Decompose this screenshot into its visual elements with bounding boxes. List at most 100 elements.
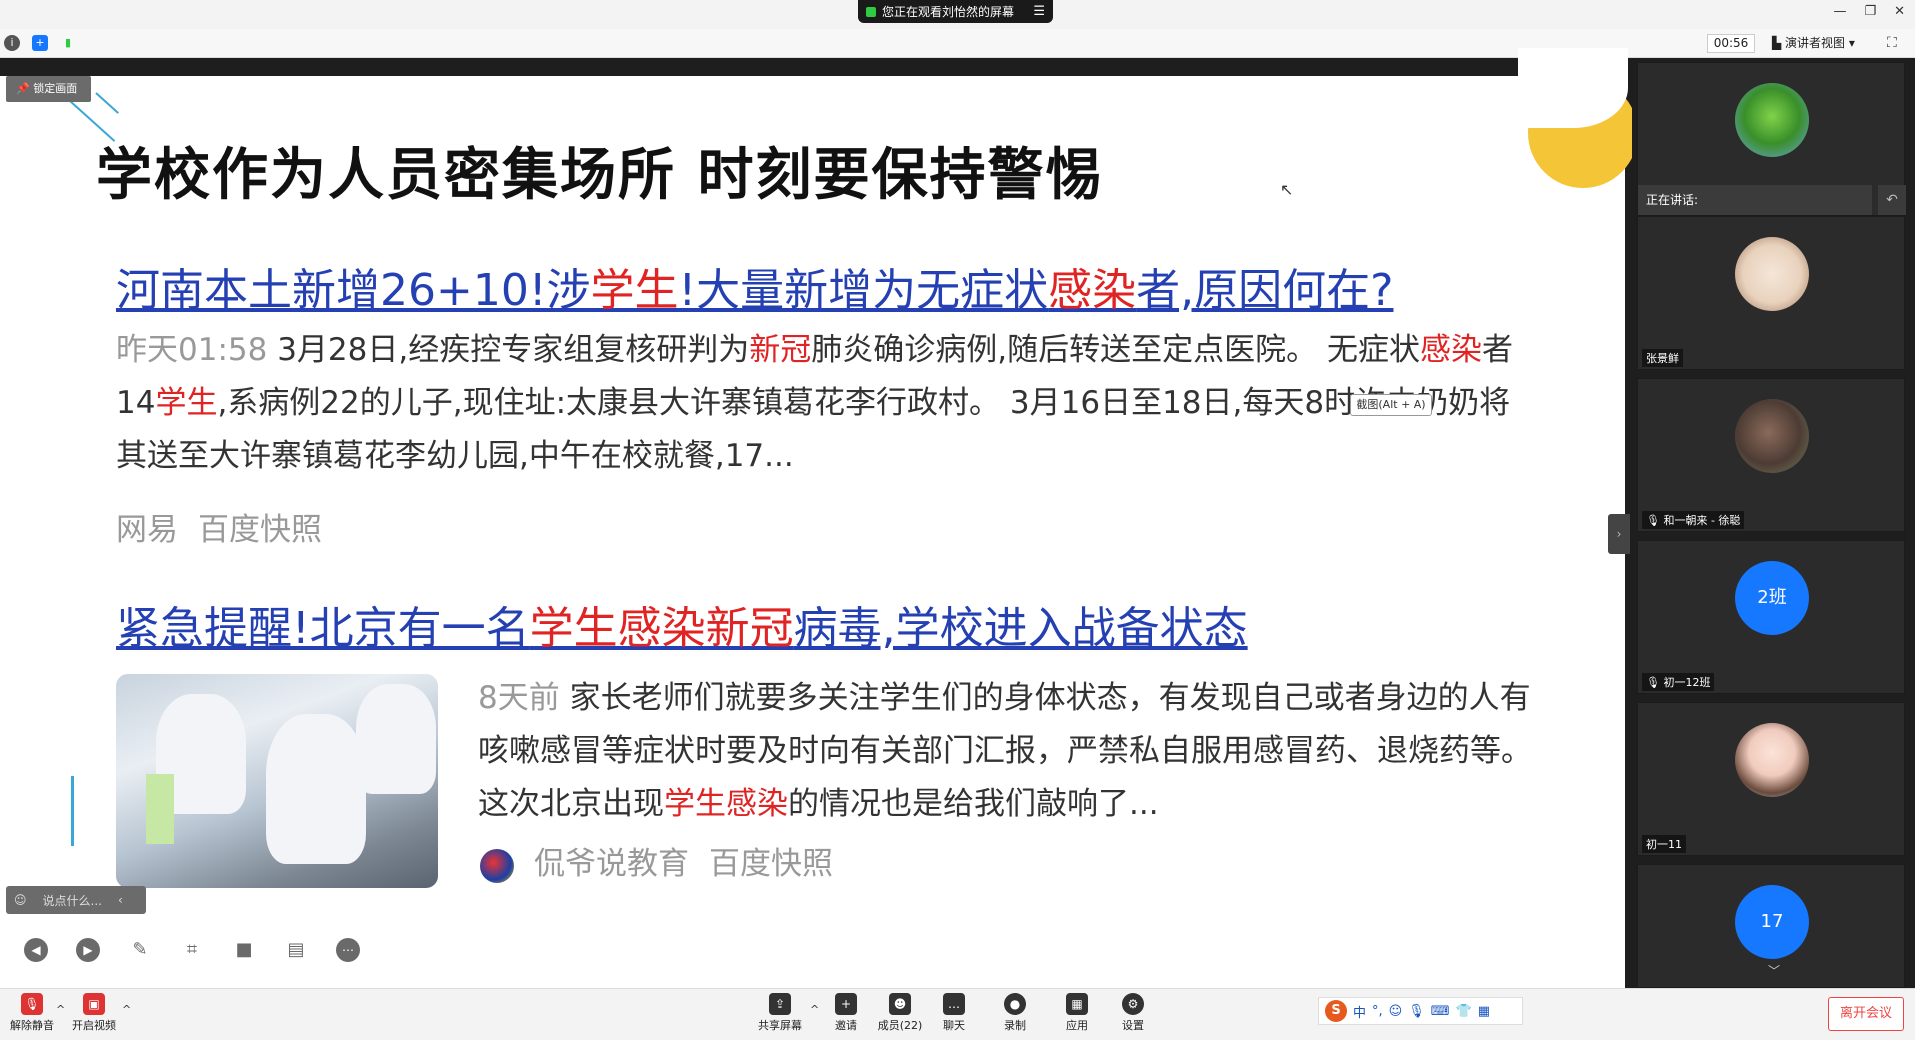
camera-icon[interactable]: ■ [232,938,256,962]
snippet-highlight: 感染 [1419,332,1482,368]
thumbnail-figure [266,714,366,864]
share-screen-icon: ⇪ [769,993,791,1015]
minimize-icon[interactable]: — [1833,4,1846,19]
punctuation-icon[interactable]: °, [1372,1004,1383,1019]
gear-icon: ⚙ [1122,993,1144,1015]
next-slide-icon[interactable]: ▶ [76,938,100,962]
meeting-timer: 00:56 [1707,34,1755,53]
chat-icon: … [943,993,965,1015]
unmute-label: 解除静音 [10,1019,54,1032]
meeting-controls-bar: 🎙 解除静音 ^ ▣ 开启视频 ^ ⇪ 共享屏幕 ^ + 邀请 ☻ 成员(22) … 聊天 … [0,988,1915,1040]
pen-icon[interactable]: ✎ [128,938,152,962]
participant-name: 初一11 [1642,835,1686,853]
participant-name: 🎙 初一12班 [1642,673,1715,691]
mic-muted-icon: 🎙 [1646,676,1664,689]
search-result-title-2[interactable]: 紧急提醒!北京有一名学生感染新冠病毒,学校进入战备状态 [116,592,1248,656]
chevron-down-icon: ▾ [1845,36,1855,50]
input-method-toolbar[interactable]: S 中 °, ☺ 🎙 ⌨ 👕 ▦ [1318,997,1523,1025]
snapshot-link[interactable]: 百度快照 [198,512,322,548]
unmute-button[interactable]: 🎙 解除静音 [0,993,64,1033]
participant-tile-speaking[interactable]: 正在讲话: ↶ [1637,62,1906,216]
participant-tile[interactable]: 初一11 [1637,702,1905,856]
snippet-text: 3月28日,经疾控专家组复核研判为 [267,332,750,368]
security-shield-icon[interactable]: + [32,35,48,51]
title-highlight: 学生 [590,265,679,316]
title-text: 者,原因何在? [1136,265,1394,316]
emoji-icon[interactable]: ☺ [14,893,27,907]
chevron-up-icon[interactable]: ^ [122,1003,131,1016]
pin-icon: 📌 [16,82,34,95]
result-date: 8天前 [478,680,560,716]
comment-icon[interactable]: ▤ [284,938,308,962]
signal-strength-icon[interactable]: ▮ [60,35,76,51]
lock-view-label: 锁定画面 [33,82,78,95]
view-mode-dropdown[interactable]: ▙ 演讲者视图 ▾ [1768,34,1876,53]
screen-share-banner[interactable]: 您正在观看刘怡然的屏幕 ☰ [858,0,1053,23]
snippet-highlight: 学生感染 [664,786,788,822]
chat-button[interactable]: … 聊天 [922,993,986,1033]
title-highlight: 感染 [1048,265,1137,316]
participant-name: 张景鲜 [1642,349,1683,367]
record-icon: ● [1004,993,1026,1015]
fullscreen-icon[interactable]: ⛶ [1887,35,1897,51]
toolbox-icon[interactable]: ▦ [1478,1004,1490,1019]
participant-avatar [1735,83,1809,157]
apps-label: 应用 [1066,1019,1088,1032]
lock-view-button[interactable]: 📌 锁定画面 [6,76,91,102]
info-icon[interactable]: i [4,35,20,51]
invite-label: 邀请 [835,1019,857,1032]
thumbnail-green-strip [146,774,174,844]
voice-input-icon[interactable]: 🎙 [1408,1004,1425,1019]
share-status-icon [866,6,876,17]
chat-label: 聊天 [943,1019,965,1032]
participant-avatar [1735,237,1809,311]
menu-icon[interactable]: ☰ [1033,4,1045,19]
participant-tile[interactable]: 2班 🎙 初一12班 [1637,540,1905,694]
skin-icon[interactable]: 👕 [1456,1004,1472,1019]
chevron-down-icon[interactable]: ﹀ [1768,962,1780,979]
participant-avatar [1735,723,1809,797]
leave-meeting-button[interactable]: 离开会议 [1828,997,1904,1031]
settings-label: 设置 [1122,1019,1144,1032]
source-avatar [480,848,514,883]
members-label: 成员(22) [877,1019,923,1032]
search-result-source-2: 侃爷说教育 百度快照 [480,838,853,883]
snippet-text: ,系病例22的儿子,现住址:太康县大许寨镇葛花李行政村。 3月16日至18日,每… [116,385,1511,474]
share-screen-button[interactable]: ⇪ 共享屏幕 [748,993,812,1033]
result-thumbnail[interactable] [116,674,438,888]
close-icon[interactable]: ✕ [1894,4,1905,19]
previous-slide-icon[interactable]: ◀ [24,938,48,962]
source-name[interactable]: 侃爷说教育 [534,846,689,882]
shared-screen: 📌 锁定画面 学校作为人员密集场所 时刻要保持警惕 ↖ 河南本土新增26+10!… [0,48,1638,988]
sogou-logo-icon: S [1325,1000,1347,1022]
search-result-snippet-2: 8天前 家长老师们就要多关注学生们的身体状态，有发现自己或者身边的人有咳嗽感冒等… [478,672,1546,831]
ime-language[interactable]: 中 [1353,1002,1366,1021]
record-button[interactable]: ● 录制 [983,993,1047,1033]
panel-toggle-handle[interactable]: › [1608,514,1630,554]
reply-icon[interactable]: ↶ [1878,185,1906,215]
screenshot-icon[interactable]: ⌗ [180,938,204,962]
participant-name-text: 和一朝来 - 徐聪 [1663,514,1741,527]
participant-name: 🎙 和一朝来 - 徐聪 [1642,511,1745,529]
source-name[interactable]: 网易 [116,512,178,548]
search-result-title-1[interactable]: 河南本土新增26+10!涉学生!大量新增为无症状感染者,原因何在? [116,254,1393,318]
snapshot-link[interactable]: 百度快照 [709,846,833,882]
title-text: 紧急提醒!北京有一名 [116,603,530,654]
participant-tile[interactable]: 🎙 和一朝来 - 徐聪 [1637,378,1905,532]
apps-button[interactable]: ▦ 应用 [1045,993,1109,1033]
share-screen-label: 共享屏幕 [758,1019,802,1032]
apps-icon: ▦ [1066,993,1088,1015]
more-icon[interactable]: ⋯ [336,938,360,962]
snippet-highlight: 新冠 [749,332,812,368]
settings-button[interactable]: ⚙ 设置 [1101,993,1165,1033]
start-video-button[interactable]: ▣ 开启视频 [62,993,126,1033]
participant-tile[interactable]: 张景鲜 [1637,216,1905,370]
chevron-left-icon[interactable]: ‹ [118,893,123,907]
chat-quick-input[interactable]: ☺ 说点什么... ‹ [6,886,146,914]
start-video-label: 开启视频 [72,1019,116,1032]
keyboard-icon[interactable]: ⌨ [1431,1004,1450,1019]
speaking-indicator: 正在讲话: [1638,185,1872,215]
participant-name-text: 初一12班 [1663,676,1711,689]
restore-icon[interactable]: ❐ [1864,4,1876,19]
emoji-icon[interactable]: ☺ [1389,1004,1403,1019]
